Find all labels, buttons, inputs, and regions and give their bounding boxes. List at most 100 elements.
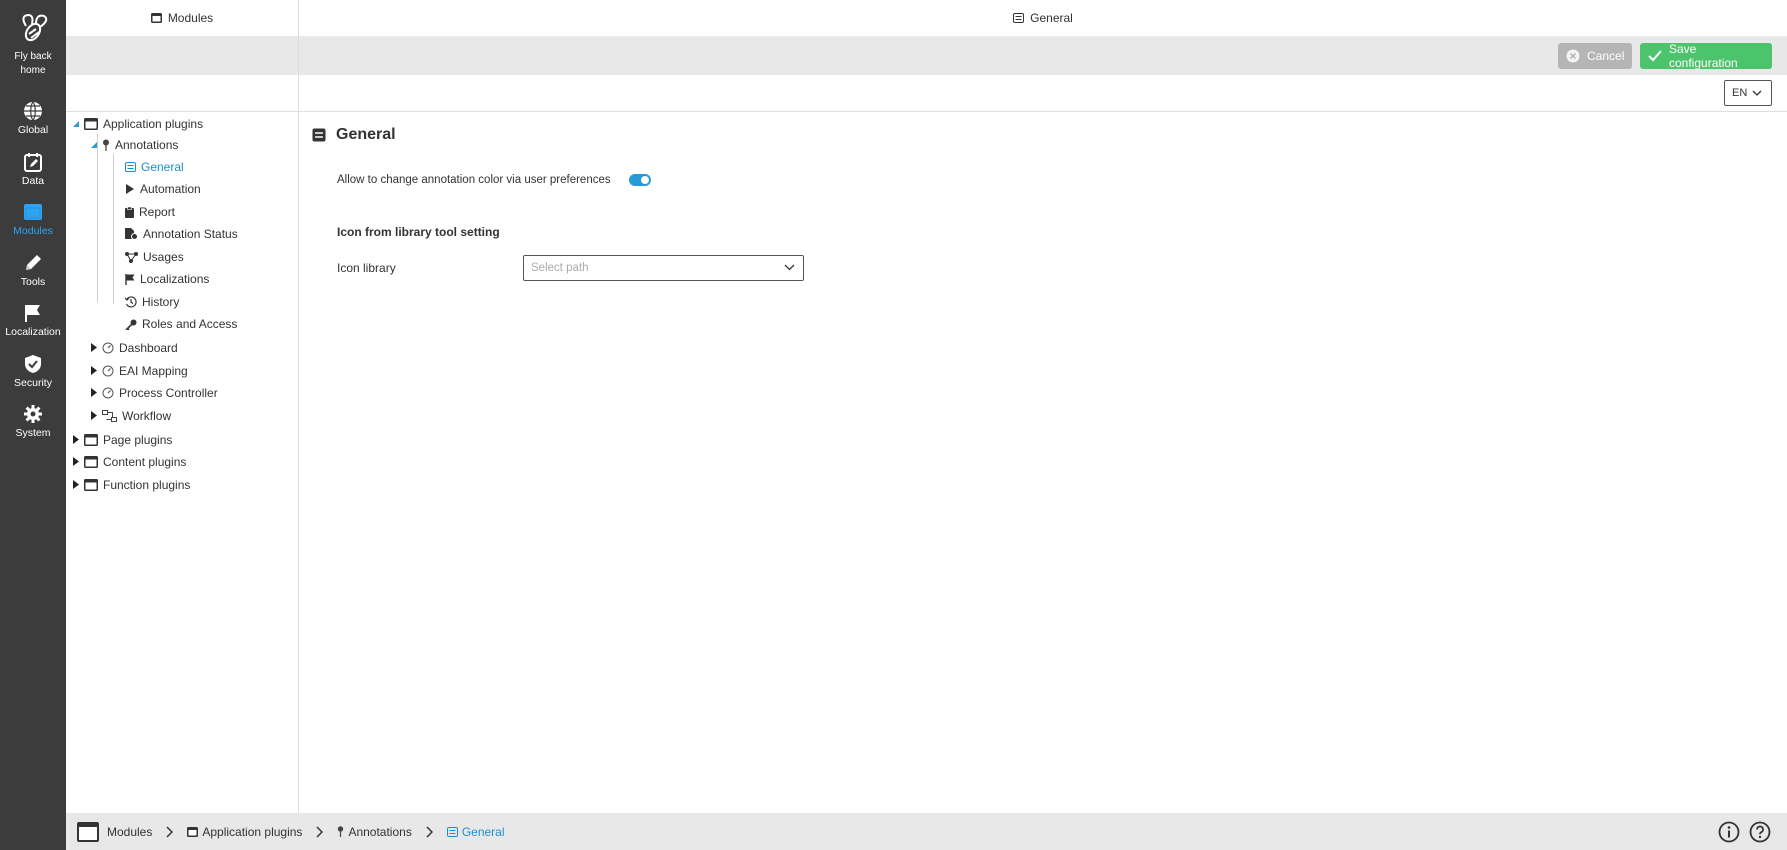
tree-node-annotations[interactable]: Annotations [90, 136, 178, 154]
breadcrumb-annotations[interactable]: Annotations [337, 824, 412, 839]
collapsed-triangle-icon [73, 457, 79, 466]
window-icon [84, 479, 98, 491]
breadcrumb-modules[interactable]: Modules [77, 821, 152, 842]
content-header-title: General [1030, 11, 1073, 25]
tree-node-dashboard[interactable]: Dashboard [90, 339, 178, 357]
tree-node-content-plugins[interactable]: Content plugins [72, 453, 186, 471]
home-label-line1: Fly back [14, 51, 52, 62]
nav-item-data[interactable]: Data [0, 152, 66, 187]
tree-label: Content plugins [103, 455, 187, 469]
collapsed-triangle-icon [73, 435, 79, 444]
info-icon [1718, 821, 1740, 843]
nav-label: Security [14, 377, 52, 389]
breadcrumb: Modules Application plugins Annotations … [66, 813, 1787, 850]
tree-node-function-plugins[interactable]: Function plugins [72, 476, 190, 494]
settings-panel-icon [312, 128, 326, 142]
help-button[interactable] [1749, 821, 1771, 846]
flag-icon [25, 305, 40, 322]
settings-panel-icon [1013, 13, 1025, 23]
icon-library-placeholder: Select path [531, 262, 589, 274]
modules-panel-header: Modules [66, 0, 299, 37]
close-circle-icon [1566, 49, 1580, 63]
breadcrumb-application-plugins[interactable]: Application plugins [187, 825, 302, 839]
tree-node-page-plugins[interactable]: Page plugins [72, 431, 172, 449]
language-select[interactable]: EN [1724, 80, 1772, 106]
checkmark-icon [1648, 50, 1662, 62]
tree-node-localizations[interactable]: Localizations [125, 270, 209, 288]
shield-check-icon [25, 355, 41, 373]
bee-logo-icon [22, 13, 48, 42]
tree-node-general[interactable]: General [125, 158, 184, 176]
gauge-icon [102, 365, 114, 377]
share-nodes-icon [125, 251, 138, 263]
language-value: EN [1732, 87, 1748, 99]
tree-label: Application plugins [103, 117, 204, 131]
modules-header-title: Modules [167, 11, 214, 25]
expanded-triangle-icon [91, 142, 97, 148]
nav-item-modules[interactable]: Modules [0, 202, 66, 237]
save-configuration-button[interactable]: Save configuration [1640, 42, 1772, 70]
cancel-button[interactable]: Cancel [1558, 43, 1632, 69]
module-tree: Application plugins Annotations General … [66, 112, 299, 813]
fly-back-home-button[interactable]: Fly back home [0, 12, 66, 78]
tree-node-process-controller[interactable]: Process Controller [90, 384, 218, 402]
tree-label: General [141, 160, 184, 174]
window-icon [84, 118, 98, 130]
tree-node-workflow[interactable]: Workflow [90, 407, 171, 425]
tree-label: Usages [143, 250, 184, 264]
tree-label: Automation [140, 182, 201, 196]
cancel-label: Cancel [1587, 49, 1625, 63]
tree-label: Page plugins [103, 433, 173, 447]
tree-guide-line [113, 154, 114, 304]
tree-label: Workflow [122, 409, 172, 423]
nav-item-system[interactable]: System [0, 404, 66, 439]
tree-node-application-plugins[interactable]: Application plugins [72, 115, 203, 133]
tree-node-eai-mapping[interactable]: EAI Mapping [90, 362, 188, 380]
tree-node-usages[interactable]: Usages [125, 248, 184, 266]
chevron-down-icon [784, 264, 795, 271]
nav-label: Global [17, 124, 49, 136]
tree-label: Annotation Status [143, 227, 238, 241]
nav-item-tools[interactable]: Tools [0, 253, 66, 288]
calendar-edit-icon [24, 153, 42, 172]
collapsed-triangle-icon [91, 388, 97, 397]
breadcrumb-label: Application plugins [202, 824, 303, 839]
tree-label: Report [139, 205, 176, 219]
annotation-color-setting: Allow to change annotation color via use… [337, 174, 651, 186]
nav-label: Data [21, 175, 45, 187]
chevron-right-icon [316, 825, 324, 838]
annotation-color-toggle[interactable] [628, 174, 651, 186]
icon-library-select[interactable]: Select path [523, 255, 804, 281]
tree-node-annotation-status[interactable]: Annotation Status [125, 225, 238, 243]
tree-node-roles-and-access[interactable]: Roles and Access [125, 315, 237, 333]
nav-label: Tools [20, 276, 46, 288]
nav-item-security[interactable]: Security [0, 354, 66, 389]
page-title-text: General [336, 126, 396, 143]
nav-label: Localization [5, 326, 61, 338]
language-row: EN [66, 75, 1787, 112]
nav-label: Modules [13, 225, 53, 237]
chevron-right-icon [426, 825, 433, 838]
page-title: General [312, 126, 396, 144]
tree-node-automation[interactable]: Automation [125, 180, 201, 198]
nav-item-localization[interactable]: Localization [0, 303, 66, 338]
expanded-triangle-icon [73, 121, 79, 127]
history-icon [125, 296, 137, 308]
save-label: Save configuration [1669, 42, 1738, 70]
info-button[interactable] [1718, 821, 1740, 846]
workflow-icon [102, 410, 117, 422]
tree-guide-line [97, 134, 98, 302]
gear-icon [24, 405, 42, 423]
tree-node-history[interactable]: History [125, 293, 179, 311]
tree-label: EAI Mapping [119, 364, 188, 378]
action-bar: Cancel Save configuration [66, 37, 1787, 75]
tree-node-report[interactable]: Report [125, 203, 175, 221]
tree-label: History [142, 295, 180, 309]
breadcrumb-label: Annotations [348, 824, 412, 839]
key-icon [125, 319, 137, 330]
breadcrumb-general[interactable]: General [446, 825, 505, 839]
section-title: Icon from library tool setting [337, 225, 500, 239]
collapsed-triangle-icon [91, 366, 97, 375]
collapsed-triangle-icon [91, 343, 97, 352]
nav-item-global[interactable]: Global [0, 101, 66, 136]
